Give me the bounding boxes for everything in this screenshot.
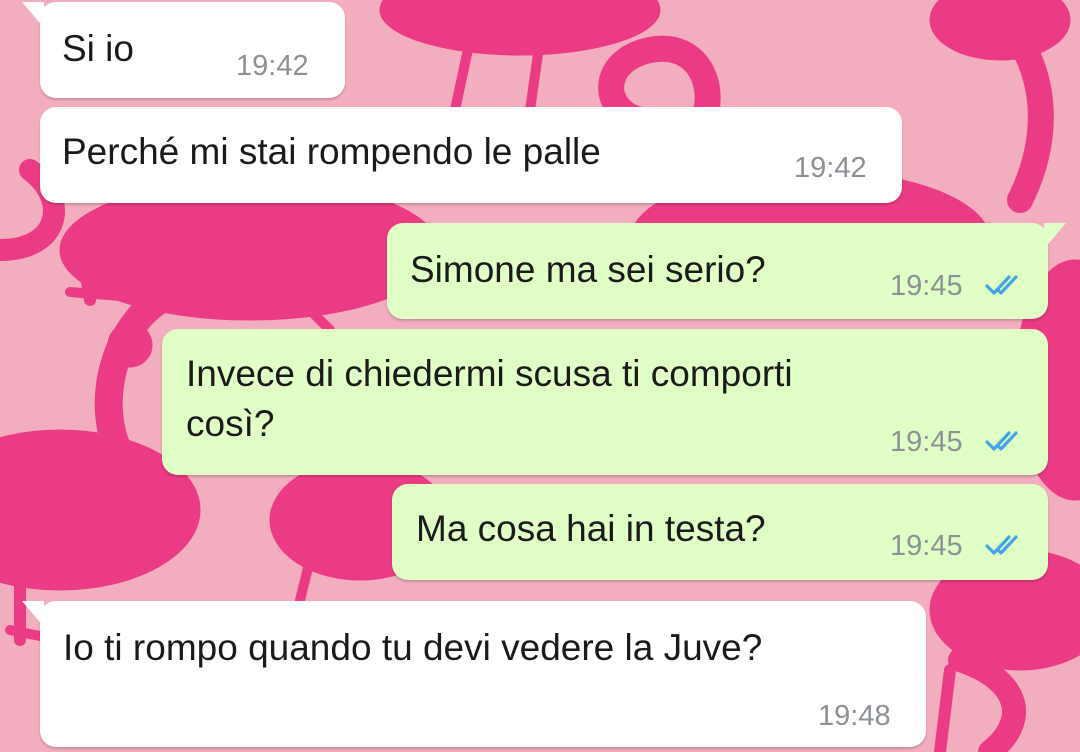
message-text: Simone ma sei serio? — [410, 249, 766, 290]
message-timestamp: 19:45 — [890, 530, 963, 562]
message-timestamp: 19:45 — [890, 270, 963, 302]
double-check-read-icon — [985, 431, 1018, 451]
message-timestamp: 19:42 — [794, 152, 867, 184]
message-bubble-incoming[interactable]: Perché mi stai rompendo le palle 19:42 — [40, 107, 902, 203]
message-text: Invece di chiedermi scusa ti comporti co… — [186, 353, 793, 444]
message-bubble-incoming[interactable]: Io ti rompo quando tu devi vedere la Juv… — [22, 601, 926, 747]
message-text: Io ti rompo quando tu devi vedere la Juv… — [63, 627, 763, 668]
message-bubble-outgoing[interactable]: Ma cosa hai in testa? 19:45 — [392, 484, 1048, 580]
message-bubble-outgoing[interactable]: Invece di chiedermi scusa ti comporti co… — [162, 329, 1048, 475]
message-timestamp: 19:42 — [236, 50, 309, 82]
message-text: Si io — [62, 28, 134, 69]
bubble-tail — [1044, 223, 1066, 249]
message-bubble-outgoing[interactable]: Simone ma sei serio? 19:45 — [387, 223, 1066, 319]
message-bubble-incoming[interactable]: Si io 19:42 — [22, 2, 345, 98]
flamingo-body-shape — [379, 0, 661, 56]
bubble-tail — [22, 601, 44, 627]
message-text: Perché mi stai rompendo le palle — [62, 131, 601, 172]
double-check-read-icon — [985, 275, 1018, 295]
message-timestamp: 19:45 — [890, 426, 963, 458]
bubble-tail — [22, 2, 44, 28]
message-text: Ma cosa hai in testa? — [416, 508, 766, 549]
message-timestamp: 19:48 — [818, 700, 891, 732]
double-check-read-icon — [985, 535, 1018, 555]
